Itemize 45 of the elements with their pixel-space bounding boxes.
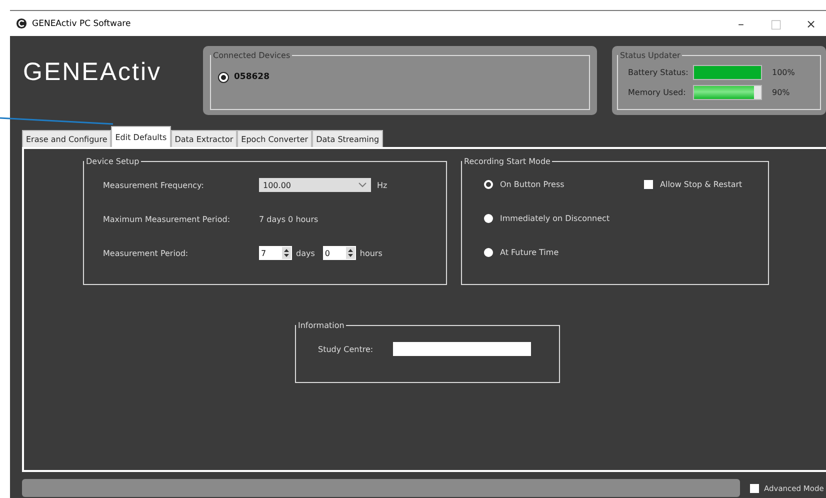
group-title: Connected Devices <box>212 51 292 60</box>
frequency-dropdown[interactable]: 100.00 <box>259 178 371 192</box>
unit-label: hours <box>360 248 382 258</box>
meter-reading: 90% <box>772 88 790 96</box>
days-spinbox[interactable]: 7 <box>259 246 292 260</box>
minimize-button[interactable]: – <box>726 16 756 30</box>
field-label: Measurement Frequency: <box>103 180 205 190</box>
group-title: Information <box>297 321 346 330</box>
option-label: Immediately on Disconnect <box>500 214 610 222</box>
group-title: Status Updater <box>619 51 682 60</box>
unit-label: days <box>296 248 315 258</box>
option-label: At Future Time <box>500 248 559 256</box>
chevron-down-icon <box>358 182 367 188</box>
checkbox[interactable] <box>750 484 759 492</box>
group-title: Device Setup <box>85 157 140 166</box>
tab[interactable]: Data Extractor <box>170 130 238 147</box>
hours-spinbox[interactable]: 0 <box>322 246 356 260</box>
field-label: Study Centre: <box>318 344 374 354</box>
logo: GENEActiv <box>23 58 163 87</box>
option-label: On Button Press <box>500 180 564 188</box>
device-label: 058628 <box>234 72 270 82</box>
close-button[interactable]: × <box>796 16 826 30</box>
unit-label: Hz <box>377 180 388 190</box>
meter-reading: 100% <box>772 68 795 76</box>
checkbox-label: Allow Stop & Restart <box>660 180 742 188</box>
tab[interactable]: Edit Defaults <box>111 126 171 147</box>
group-title: Recording Start Mode <box>463 157 552 166</box>
field-value: 7 days 0 hours <box>259 214 318 224</box>
radio-button[interactable] <box>484 180 493 188</box>
spin-arrows-icon <box>346 247 355 259</box>
spin-arrows-icon <box>282 247 291 259</box>
radio-button[interactable] <box>484 248 493 256</box>
meter-label: Memory Used: <box>628 88 687 96</box>
field-label: Measurement Period: <box>103 248 190 258</box>
meter-label: Battery Status: <box>628 68 690 76</box>
tab[interactable]: Data Streaming <box>312 130 384 147</box>
app-icon <box>16 18 27 29</box>
tab[interactable]: Erase and Configure <box>22 130 112 147</box>
radio-button[interactable] <box>484 214 493 222</box>
radio-button[interactable] <box>219 72 228 82</box>
study-centre-field[interactable] <box>393 342 532 356</box>
tab[interactable]: Epoch Converter <box>237 130 312 147</box>
window-title: GENEActiv PC Software <box>32 18 132 28</box>
field-label: Maximum Measurement Period: <box>103 214 232 224</box>
checkbox[interactable] <box>644 180 653 188</box>
